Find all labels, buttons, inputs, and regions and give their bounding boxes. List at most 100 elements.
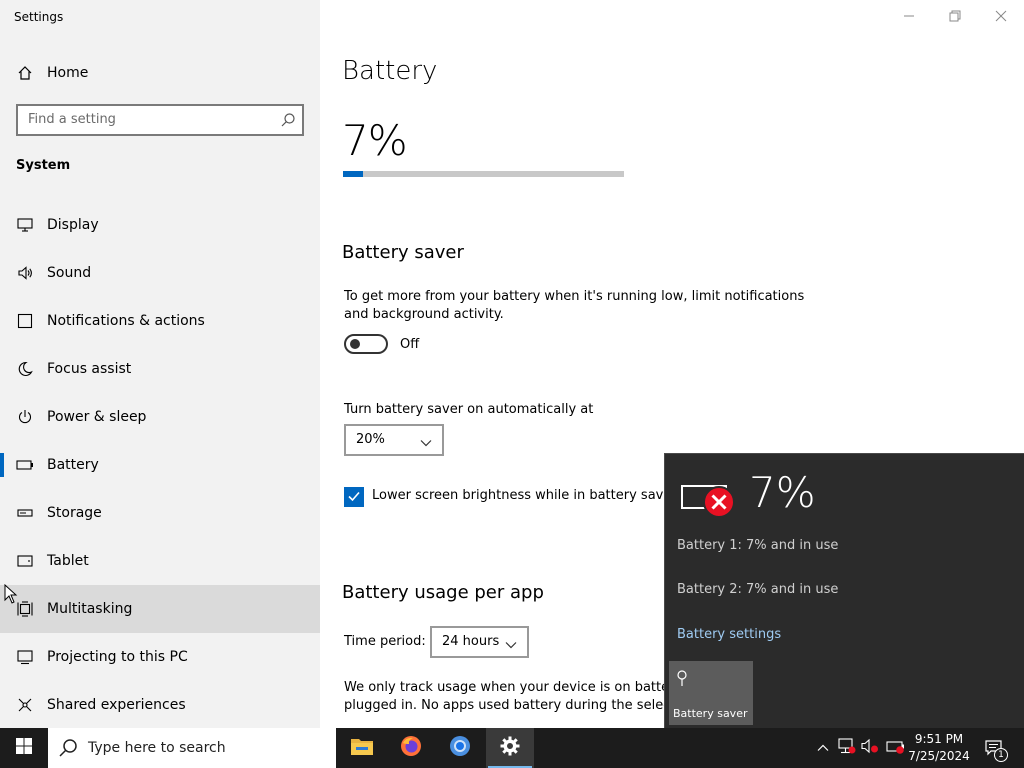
toggle-knob [350, 339, 360, 349]
sidebar-item-shared-experiences[interactable]: Shared experiences [0, 681, 320, 729]
minimize-button[interactable] [886, 0, 932, 32]
close-icon [995, 7, 1007, 26]
projector-icon [16, 648, 34, 666]
monitor-icon [16, 216, 34, 234]
sidebar-item-label: Home [47, 65, 89, 81]
moon-icon [16, 360, 34, 378]
sidebar-item-projecting[interactable]: Projecting to this PC [0, 633, 320, 681]
chevron-down-icon [420, 434, 432, 447]
battery-saver-description-line1: To get more from your battery when it's … [344, 289, 805, 304]
multitasking-icon [16, 600, 34, 618]
taskbar: Type here to search 9:51 PM 7/25/2024 1 [0, 728, 1024, 768]
dropdown-value: 24 hours [442, 634, 500, 649]
clock-date: 7/25/2024 [908, 749, 970, 763]
search-icon[interactable] [280, 112, 296, 128]
sidebar-item-label: Power & sleep [47, 409, 147, 425]
dropdown-value: 20% [356, 432, 385, 447]
mouse-cursor-icon [4, 583, 18, 604]
power-icon [16, 408, 34, 426]
sidebar-item-label: Sound [47, 265, 92, 281]
action-center-button[interactable]: 1 [978, 728, 1012, 768]
lower-brightness-label: Lower screen brightness while in battery… [372, 488, 677, 503]
sidebar-item-label: Projecting to this PC [47, 649, 188, 665]
sidebar-item-focus-assist[interactable]: Focus assist [0, 345, 320, 393]
sidebar-item-notifications[interactable]: Notifications & actions [0, 297, 320, 345]
sidebar-item-battery[interactable]: Battery [0, 441, 320, 489]
taskbar-search-box[interactable]: Type here to search [48, 728, 336, 768]
flyout-battery-percentage: 7% [749, 468, 816, 517]
taskbar-clock[interactable]: 9:51 PM 7/25/2024 [900, 731, 978, 765]
sidebar-item-label: Shared experiences [47, 697, 186, 713]
battery1-status: Battery 1: 7% and in use [677, 538, 839, 553]
usage-note-line1: We only track usage when your device is … [344, 680, 683, 695]
battery-icon [16, 456, 34, 474]
show-hidden-icons-button[interactable] [812, 728, 834, 768]
storage-icon [16, 504, 34, 522]
notification-icon [16, 312, 34, 330]
start-button[interactable] [0, 728, 48, 768]
page-title: Battery [342, 56, 438, 86]
sidebar-item-label: Battery [47, 457, 99, 473]
search-icon [58, 738, 78, 758]
sidebar-item-tablet[interactable]: Tablet [0, 537, 320, 585]
battery-level-fill [343, 171, 363, 177]
notification-count-badge: 1 [994, 748, 1008, 762]
sidebar-item-power-sleep[interactable]: Power & sleep [0, 393, 320, 441]
search-box[interactable] [16, 104, 304, 136]
usage-note-line2: plugged in. No apps used battery during … [344, 698, 684, 713]
taskbar-chrome[interactable] [436, 728, 484, 768]
speaker-muted-icon [861, 738, 879, 758]
battery-saver-description-line2: and background activity. [344, 307, 504, 322]
battery-settings-link[interactable]: Battery settings [677, 627, 781, 642]
network-icon [838, 738, 856, 758]
battery2-status: Battery 2: 7% and in use [677, 582, 839, 597]
battery-percentage: 7% [342, 116, 408, 165]
window-title: Settings [14, 10, 64, 24]
minimize-icon [903, 7, 915, 26]
speaker-icon [16, 264, 34, 282]
home-icon [16, 64, 34, 82]
windows-logo-icon [16, 738, 32, 758]
battery-level-bar [343, 171, 624, 177]
section-heading: System [16, 158, 71, 173]
restore-button[interactable] [932, 0, 978, 32]
sidebar-item-storage[interactable]: Storage [0, 489, 320, 537]
taskbar-search-placeholder: Type here to search [88, 740, 226, 756]
sidebar-item-home[interactable]: Home [0, 58, 320, 88]
time-period-label: Time period: [344, 634, 426, 649]
sidebar-item-label: Multitasking [47, 601, 133, 617]
auto-saver-label: Turn battery saver on automatically at [344, 402, 594, 417]
clock-time: 9:51 PM [914, 732, 964, 746]
sidebar-item-multitasking[interactable]: Multitasking [0, 585, 320, 633]
battery-saver-toggle[interactable] [344, 334, 388, 354]
chrome-icon [449, 735, 471, 761]
firefox-icon [400, 735, 422, 761]
sidebar-item-display[interactable]: Display [0, 201, 320, 249]
battery-saver-tile[interactable]: Battery saver [669, 661, 753, 725]
time-period-dropdown[interactable]: 24 hours [430, 626, 529, 658]
usage-heading: Battery usage per app [342, 582, 544, 603]
auto-saver-threshold-dropdown[interactable]: 20% [344, 424, 444, 456]
window-controls [886, 0, 1024, 32]
sidebar-item-label: Tablet [47, 553, 89, 569]
close-button[interactable] [978, 0, 1024, 32]
sidebar-item-label: Display [47, 217, 99, 233]
taskbar-file-explorer[interactable] [338, 728, 386, 768]
sidebar-item-sound[interactable]: Sound [0, 249, 320, 297]
taskbar-settings[interactable] [486, 728, 534, 768]
sidebar-item-label: Storage [47, 505, 102, 521]
search-input[interactable] [28, 112, 268, 127]
sidebar: Settings Home System Display Sound Notif… [0, 0, 320, 728]
battery-saver-heading: Battery saver [342, 242, 464, 263]
restore-icon [949, 7, 961, 26]
lower-brightness-checkbox[interactable] [344, 487, 364, 507]
battery-flyout: 7% Battery 1: 7% and in use Battery 2: 7… [664, 453, 1024, 728]
tablet-icon [16, 552, 34, 570]
network-status-button[interactable] [836, 728, 858, 768]
selection-indicator [0, 453, 4, 477]
taskbar-firefox[interactable] [387, 728, 435, 768]
sidebar-item-label: Notifications & actions [47, 313, 205, 329]
chevron-up-icon [817, 739, 829, 758]
shared-icon [16, 696, 34, 714]
volume-button[interactable] [859, 728, 881, 768]
